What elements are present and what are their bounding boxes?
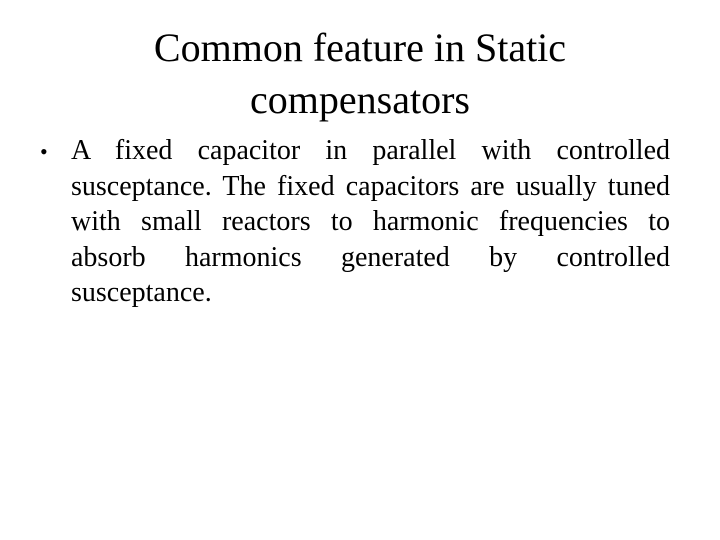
slide: Common feature in Static compensators • … xyxy=(0,0,720,540)
slide-title: Common feature in Static compensators xyxy=(153,25,567,122)
bullet-text: A fixed capacitor in parallel with contr… xyxy=(71,135,670,308)
slide-body: • A fixed capacitor in parallel with con… xyxy=(30,133,670,311)
bullet-item: • A fixed capacitor in parallel with con… xyxy=(30,133,670,311)
bullet-icon: • xyxy=(40,139,48,164)
